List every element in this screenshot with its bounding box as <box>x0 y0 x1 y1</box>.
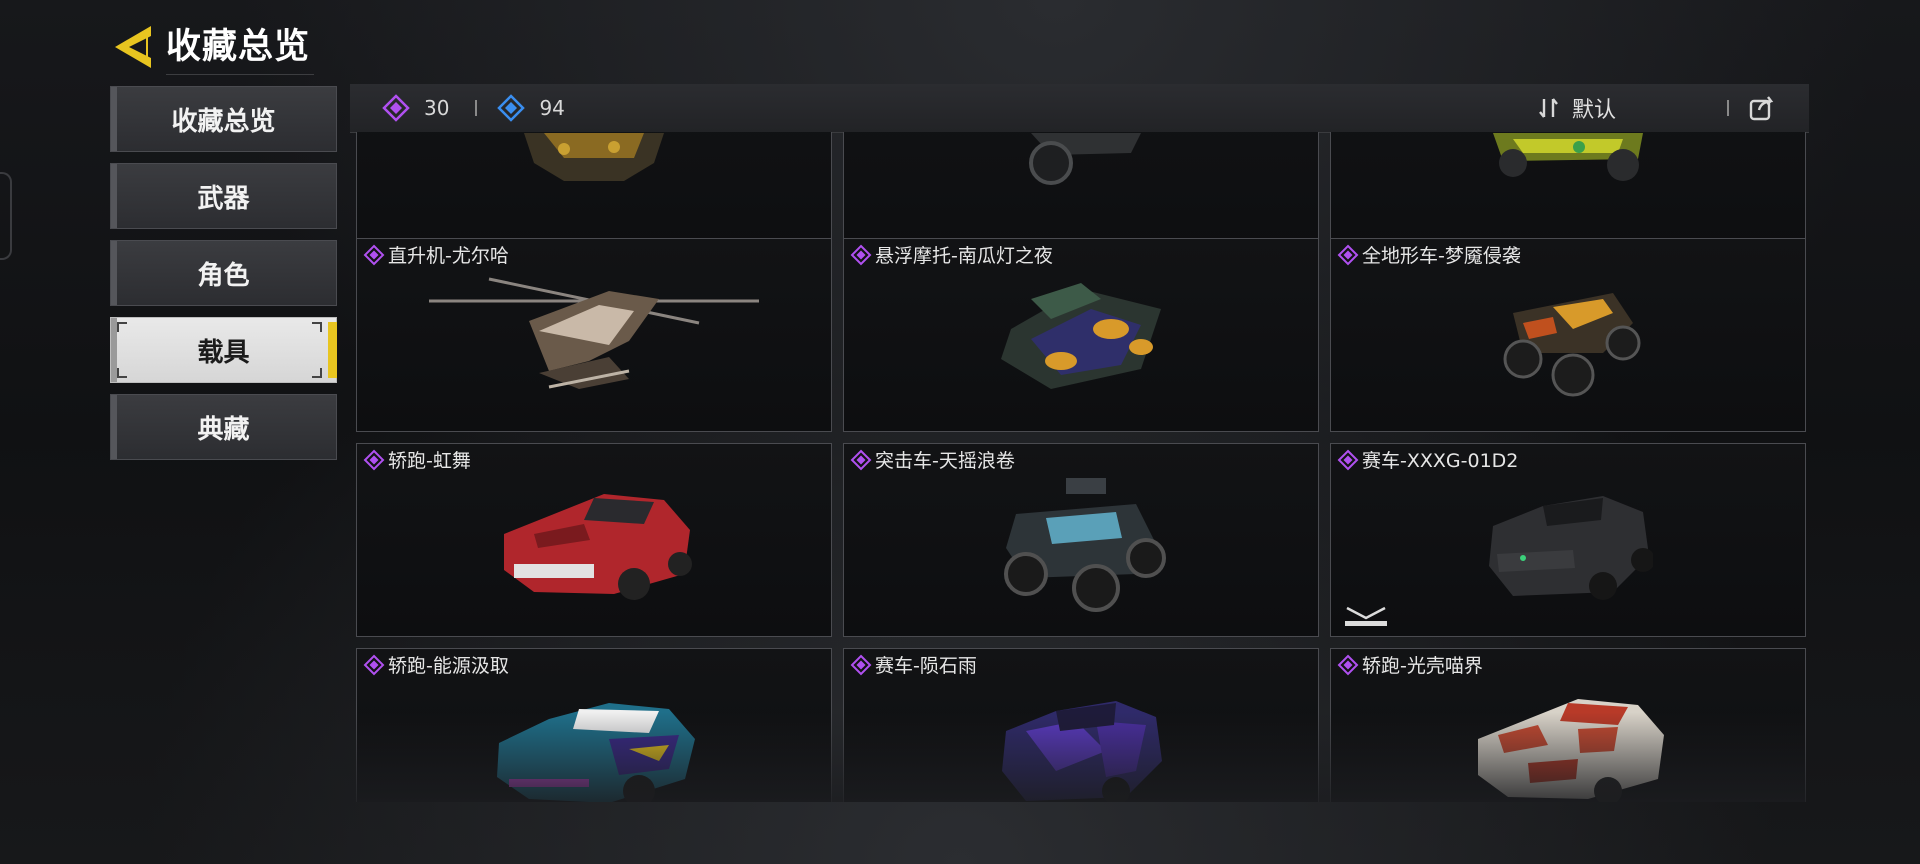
legendary-rarity-icon <box>1337 449 1359 470</box>
vehicle-card[interactable]: 轿跑-光壳喵界 <box>1330 648 1806 802</box>
corner-bracket <box>117 322 127 332</box>
card-title: 突击车-天摇浪卷 <box>850 446 1015 473</box>
vehicle-card[interactable]: 轿跑-虹舞 <box>356 443 832 637</box>
card-title: 轿跑-能源汲取 <box>363 651 509 678</box>
back-arrow-icon <box>115 26 151 68</box>
vehicle-card[interactable]: 轿跑-能源汲取 <box>356 648 832 802</box>
card-label: 轿跑-能源汲取 <box>388 655 509 677</box>
vehicle-partial-art <box>1493 133 1643 181</box>
legendary-count: 30 <box>424 96 450 120</box>
card-title: 赛车-陨石雨 <box>850 651 977 678</box>
sidebar-item-vehicles[interactable]: 载具 <box>110 317 337 383</box>
legendary-rarity-icon <box>1337 654 1359 675</box>
back-button[interactable] <box>108 20 158 74</box>
race-car-art <box>1002 701 1162 802</box>
collection-topbar: 30 94 默认 <box>350 84 1809 133</box>
corner-bracket <box>117 368 127 378</box>
legendary-rarity-icon <box>382 94 410 122</box>
share-icon[interactable] <box>1747 93 1777 123</box>
sort-button[interactable]: 默认 <box>1536 84 1616 132</box>
sort-icon <box>1539 98 1558 118</box>
epic-count: 94 <box>539 96 565 120</box>
card-label: 赛车-XXXG-01D2 <box>1362 450 1519 472</box>
card-title: 轿跑-虹舞 <box>363 446 471 473</box>
sidebar-item-label: 武器 <box>197 183 250 214</box>
legendary-rarity-icon <box>850 654 872 675</box>
brand-logo-icon <box>1345 606 1387 626</box>
legendary-rarity-icon <box>363 244 385 265</box>
vehicle-grid: 直升机-尤尔哈 悬浮摩托-南瓜灯之夜 全地形车-梦魇侵袭 轿跑-虹舞 突击车-天… <box>356 132 1806 802</box>
vehicle-card[interactable]: 直升机-尤尔哈 <box>356 238 832 432</box>
atv-art <box>1503 293 1641 397</box>
vehicle-card[interactable]: 赛车-XXXG-01D2 <box>1330 443 1806 637</box>
race-car-art <box>1489 496 1653 600</box>
legendary-rarity-icon <box>1337 244 1359 265</box>
sidebar-item-label: 收藏总览 <box>171 106 276 137</box>
legendary-rarity-icon <box>363 654 385 675</box>
card-label: 突击车-天摇浪卷 <box>875 450 1015 472</box>
vehicle-card[interactable]: 突击车-天摇浪卷 <box>843 443 1319 637</box>
coupe-art <box>497 703 695 802</box>
corner-bracket <box>312 368 322 378</box>
sidebar-item-label: 典藏 <box>197 414 250 445</box>
edge-notch <box>0 172 12 260</box>
legendary-rarity-icon <box>850 449 872 470</box>
legendary-rarity-icon <box>850 244 872 265</box>
sidebar-item-collection[interactable]: 典藏 <box>110 394 337 460</box>
legendary-count-stat: 30 <box>382 84 449 132</box>
card-label: 悬浮摩托-南瓜灯之夜 <box>875 245 1053 267</box>
epic-count-stat: 94 <box>497 84 565 132</box>
card-label: 赛车-陨石雨 <box>875 655 977 677</box>
coupe-art <box>1478 699 1664 802</box>
card-title: 轿跑-光壳喵界 <box>1337 651 1483 678</box>
card-title: 赛车-XXXG-01D2 <box>1337 446 1518 473</box>
coupe-art <box>504 494 692 600</box>
sidebar-item-characters[interactable]: 角色 <box>110 240 337 306</box>
vehicle-card[interactable]: 悬浮摩托-南瓜灯之夜 <box>843 238 1319 432</box>
assault-vehicle-art <box>1004 478 1166 612</box>
sidebar: 收藏总览 武器 角色 载具 典藏 <box>110 86 337 471</box>
page-title: 收藏总览 <box>166 20 315 75</box>
vehicle-partial-art <box>1029 133 1141 185</box>
vehicle-card[interactable]: 赛车-陨石雨 <box>843 648 1319 802</box>
card-label: 轿跑-光壳喵界 <box>1362 655 1483 677</box>
divider <box>1727 100 1729 116</box>
screen: 收藏总览 收藏总览 武器 角色 载具 典藏 30 94 默认 直升机-尤尔哈 悬… <box>0 0 1920 864</box>
sidebar-item-overview[interactable]: 收藏总览 <box>110 86 337 152</box>
sort-label: 默认 <box>1572 98 1617 123</box>
epic-rarity-icon <box>497 94 526 122</box>
legendary-rarity-icon <box>363 449 385 470</box>
divider <box>475 100 478 116</box>
hover-bike-art <box>1001 283 1161 389</box>
sidebar-item-label: 载具 <box>197 337 250 368</box>
card-title: 全地形车-梦魇侵袭 <box>1337 241 1521 268</box>
helicopter-art <box>429 277 759 389</box>
card-label: 全地形车-梦魇侵袭 <box>1362 245 1521 267</box>
sidebar-item-weapons[interactable]: 武器 <box>110 163 337 229</box>
corner-bracket <box>312 322 322 332</box>
sidebar-item-label: 角色 <box>197 260 250 291</box>
vehicle-partial-art <box>524 133 664 181</box>
card-label: 轿跑-虹舞 <box>388 450 471 472</box>
vehicle-card[interactable]: 全地形车-梦魇侵袭 <box>1330 238 1806 432</box>
card-title: 悬浮摩托-南瓜灯之夜 <box>850 241 1053 268</box>
